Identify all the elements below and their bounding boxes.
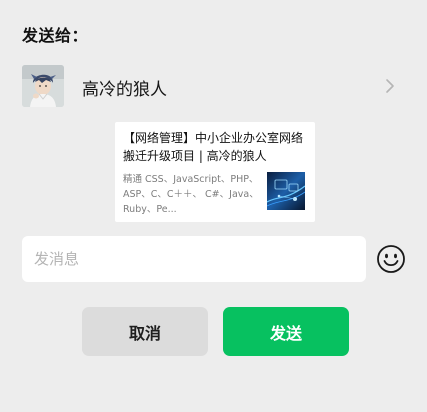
dialog-title: 发送给： (22, 26, 89, 45)
card-title: 【网络管理】中小企业办公室网络搬迁升级项目 | 高冷的狼人 (123, 131, 304, 163)
recipient-avatar (22, 65, 64, 107)
chevron-right-icon (383, 78, 397, 94)
smiley-emoji-icon[interactable] (376, 244, 406, 274)
card-thumbnail (267, 172, 305, 210)
card-description: 精通 CSS、JavaScript、PHP、ASP、C、C＋＋、 C#、Java… (123, 174, 259, 215)
message-input[interactable] (22, 236, 366, 282)
recipient-row[interactable]: 高冷的狼人 (0, 60, 427, 112)
recipient-name: 高冷的狼人 (82, 80, 167, 100)
cancel-button[interactable]: 取消 (82, 307, 208, 356)
shared-article-card[interactable]: 【网络管理】中小企业办公室网络搬迁升级项目 | 高冷的狼人 精通 CSS、Jav… (115, 122, 315, 222)
send-button[interactable]: 发送 (223, 307, 349, 356)
